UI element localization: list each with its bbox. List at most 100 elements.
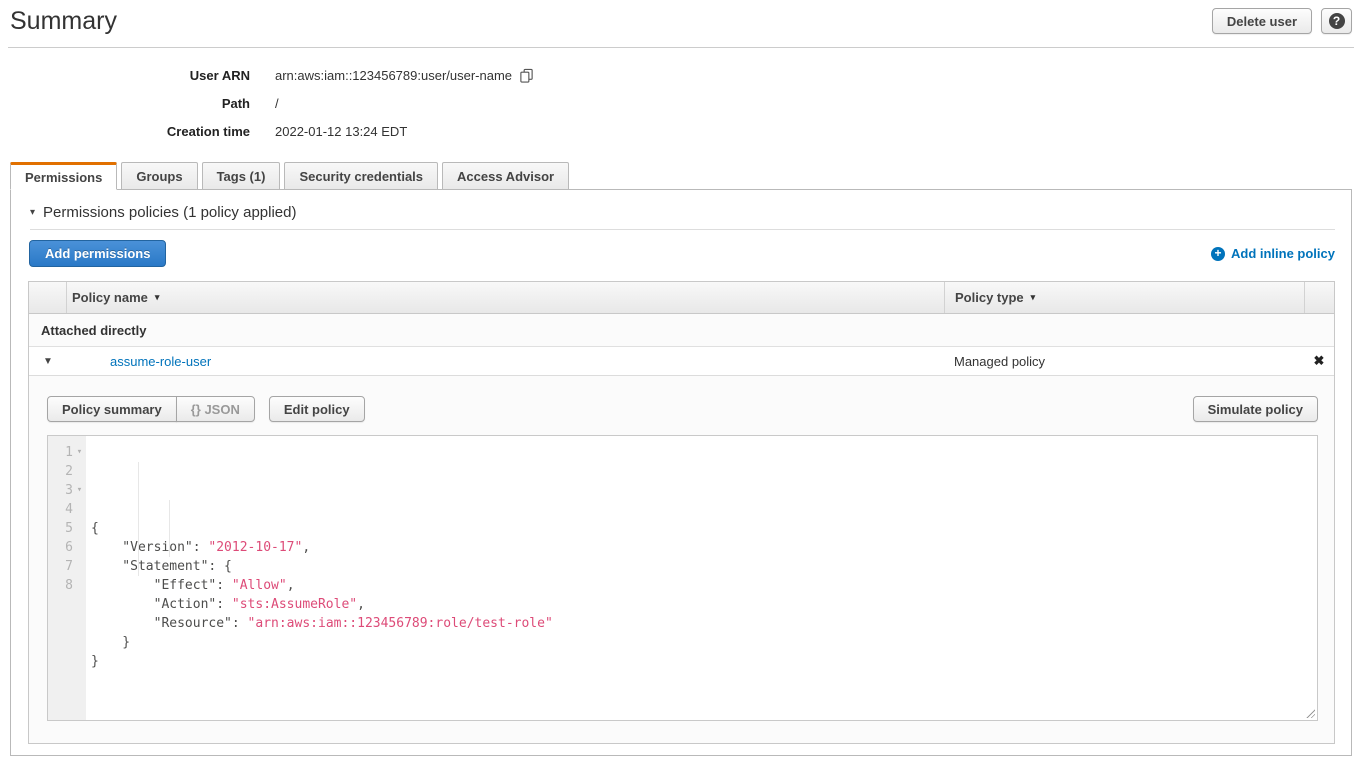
gutter-line[interactable]: 7 <box>48 557 86 576</box>
editor-code[interactable]: { "Version": "2012-10-17", "Statement": … <box>86 436 1317 720</box>
fold-caret-empty <box>73 500 86 519</box>
policy-name-cell: assume-role-user <box>67 354 944 369</box>
json-string-token: "Allow" <box>232 578 287 593</box>
tab-tags[interactable]: Tags (1) <box>202 162 281 190</box>
edit-policy-button[interactable]: Edit policy <box>269 396 365 422</box>
attached-directly-group-row: Attached directly <box>29 314 1334 347</box>
page-header: Summary Delete user ? <box>8 0 1354 48</box>
path-label: Path <box>0 96 250 111</box>
fold-caret-icon[interactable]: ▾ <box>73 481 86 500</box>
permissions-policies-title: Permissions policies (1 policy applied) <box>43 204 296 221</box>
tab-bar: Permissions Groups Tags (1) Security cre… <box>10 162 1352 190</box>
add-permissions-button[interactable]: Add permissions <box>29 240 166 267</box>
json-plain-token: "Version": <box>91 540 208 555</box>
section-collapse-icon: ▾ <box>30 207 35 218</box>
fold-caret-empty <box>73 538 86 557</box>
permissions-policies-section-toggle[interactable]: ▾ Permissions policies (1 policy applied… <box>30 204 1333 221</box>
creation-time-label: Creation time <box>0 124 250 139</box>
json-plain-token: } <box>91 635 130 650</box>
fold-caret-empty <box>73 519 86 538</box>
page-title: Summary <box>10 7 117 36</box>
json-plain-token: "Effect": <box>91 578 232 593</box>
tab-groups[interactable]: Groups <box>121 162 197 190</box>
code-line[interactable]: } <box>91 633 1317 652</box>
sort-caret-icon: ▾ <box>1031 292 1036 303</box>
gutter-line[interactable]: 6 <box>48 538 86 557</box>
policy-detail-panel: Policy summary {} JSON Edit policy Simul… <box>29 376 1334 743</box>
gutter-line[interactable]: 5 <box>48 519 86 538</box>
add-inline-policy-label: Add inline policy <box>1231 246 1335 261</box>
policy-table: Policy name ▾ Policy type ▾ Attached dir… <box>28 281 1335 744</box>
json-string-token: "2012-10-17" <box>208 540 302 555</box>
json-string-token: "sts:AssumeRole" <box>232 597 357 612</box>
policy-name-link[interactable]: assume-role-user <box>110 354 211 369</box>
policy-type-header-label: Policy type <box>955 290 1024 305</box>
permissions-tab-panel: ▾ Permissions policies (1 policy applied… <box>10 189 1352 756</box>
user-arn-label: User ARN <box>0 68 250 83</box>
gutter-line[interactable]: 8 <box>48 576 86 595</box>
fold-caret-empty <box>73 576 86 595</box>
policy-table-row: ▼ assume-role-user Managed policy ✖ <box>29 347 1334 376</box>
expand-caret-icon[interactable]: ▼ <box>29 356 67 367</box>
code-line[interactable]: "Statement": { <box>91 557 1317 576</box>
indent-guide <box>169 500 170 557</box>
info-row-user-arn: User ARN arn:aws:iam::123456789:user/use… <box>0 61 1362 89</box>
tab-security-credentials[interactable]: Security credentials <box>284 162 438 190</box>
code-line[interactable]: } <box>91 652 1317 671</box>
json-plain-token: , <box>302 540 310 555</box>
sort-caret-icon: ▾ <box>155 292 160 303</box>
gutter-line[interactable]: 2 <box>48 462 86 481</box>
info-row-creation-time: Creation time 2022-01-12 13:24 EDT <box>0 117 1362 145</box>
policy-actions-row: Add permissions + Add inline policy <box>29 240 1335 267</box>
json-plain-token: "Action": <box>91 597 232 612</box>
policy-type-cell: Managed policy <box>944 354 1304 369</box>
code-line[interactable]: "Version": "2012-10-17", <box>91 538 1317 557</box>
user-arn-value-wrap: arn:aws:iam::123456789:user/user-name <box>275 68 534 83</box>
header-cell-policy-name[interactable]: Policy name ▾ <box>67 282 944 313</box>
user-arn-value: arn:aws:iam::123456789:user/user-name <box>275 68 512 83</box>
section-divider <box>30 229 1335 230</box>
gutter-line[interactable]: 1▾ <box>48 443 86 462</box>
json-string-token: "arn:aws:iam::123456789:role/test-role" <box>248 616 553 631</box>
header-cell-blank <box>29 282 67 313</box>
header-cell-actions <box>1304 282 1334 313</box>
header-actions: Delete user ? <box>1212 8 1352 34</box>
json-plain-token: "Resource": <box>91 616 248 631</box>
help-icon: ? <box>1329 13 1345 29</box>
creation-time-value: 2022-01-12 13:24 EDT <box>275 124 407 139</box>
json-plain-token: { <box>91 521 99 536</box>
json-plain-token: , <box>357 597 365 612</box>
tab-permissions[interactable]: Permissions <box>10 162 117 190</box>
code-line[interactable]: "Action": "sts:AssumeRole", <box>91 595 1317 614</box>
info-row-path: Path / <box>0 89 1362 117</box>
code-line[interactable]: { <box>91 519 1317 538</box>
simulate-policy-button[interactable]: Simulate policy <box>1193 396 1318 422</box>
gutter-line[interactable]: 3▾ <box>48 481 86 500</box>
remove-policy-button[interactable]: ✖ <box>1304 353 1334 369</box>
indent-guide <box>138 462 139 576</box>
add-inline-policy-link[interactable]: + Add inline policy <box>1211 246 1335 261</box>
policy-name-header-label: Policy name <box>72 290 148 305</box>
fold-caret-empty <box>73 557 86 576</box>
copy-icon[interactable] <box>519 68 534 83</box>
policy-table-header: Policy name ▾ Policy type ▾ <box>29 282 1334 314</box>
json-plain-token: } <box>91 654 99 669</box>
header-cell-policy-type[interactable]: Policy type ▾ <box>944 282 1304 313</box>
delete-user-button[interactable]: Delete user <box>1212 8 1312 34</box>
editor-gutter: 1▾23▾45678 <box>48 436 86 720</box>
tab-access-advisor[interactable]: Access Advisor <box>442 162 569 190</box>
fold-caret-icon[interactable]: ▾ <box>73 443 86 462</box>
json-plain-token: "Statement": { <box>91 559 232 574</box>
policy-summary-button[interactable]: Policy summary <box>47 396 177 422</box>
code-line[interactable]: "Resource": "arn:aws:iam::123456789:role… <box>91 614 1317 633</box>
policy-detail-toolbar: Policy summary {} JSON Edit policy Simul… <box>47 396 1318 422</box>
path-value: / <box>275 96 279 111</box>
help-button[interactable]: ? <box>1321 8 1352 34</box>
code-line[interactable]: "Effect": "Allow", <box>91 576 1317 595</box>
plus-icon: + <box>1211 247 1225 261</box>
json-view-button[interactable]: {} JSON <box>176 396 255 422</box>
fold-caret-empty <box>73 462 86 481</box>
json-policy-editor[interactable]: 1▾23▾45678 { "Version": "2012-10-17", "S… <box>47 435 1318 721</box>
gutter-line[interactable]: 4 <box>48 500 86 519</box>
user-info-section: User ARN arn:aws:iam::123456789:user/use… <box>0 61 1362 145</box>
